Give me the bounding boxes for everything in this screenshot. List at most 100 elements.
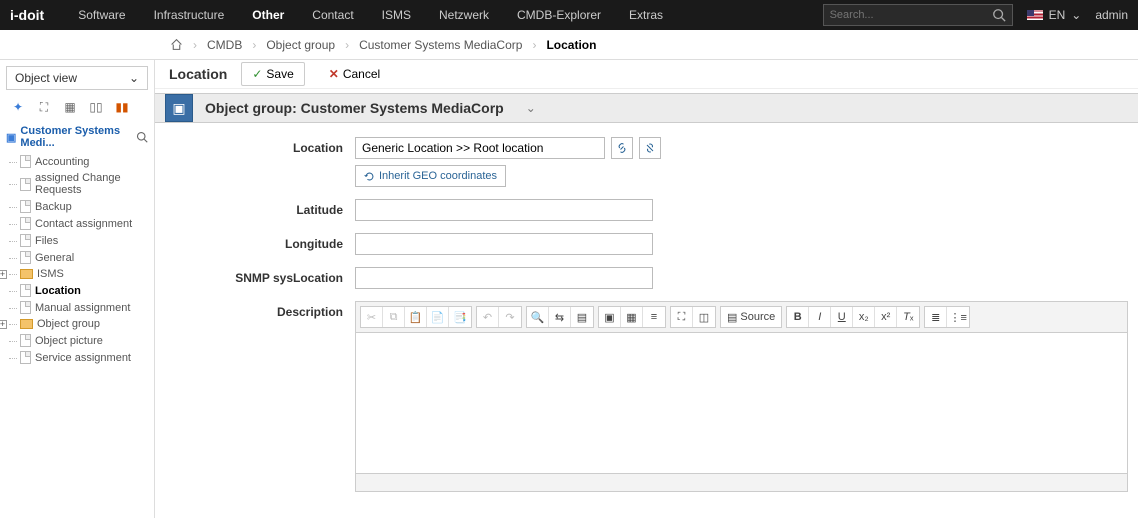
numbered-list-icon[interactable]: ≣ [925, 307, 947, 327]
flag-icon [1027, 10, 1043, 20]
hr-icon[interactable]: ≡ [643, 307, 665, 327]
breadcrumb-bar: › CMDB › Object group › Customer Systems… [0, 30, 1138, 60]
maximize-icon[interactable]: ⛶ [671, 307, 693, 327]
detach-icon[interactable] [639, 137, 661, 159]
nav-contact[interactable]: Contact [298, 0, 367, 30]
italic-icon[interactable]: I [809, 307, 831, 327]
file-icon [20, 178, 31, 191]
category-tree: ▣ Customer Systems Medi... Accounting ass… [6, 125, 148, 366]
blocks-icon[interactable]: ◫ [693, 307, 715, 327]
cancel-button[interactable]: ✕Cancel [319, 62, 390, 86]
sidebar-item-backup[interactable]: Backup [6, 198, 148, 215]
expand-icon[interactable]: ⛶ [36, 100, 52, 115]
search-input[interactable] [830, 9, 992, 21]
sidebar-item-accounting[interactable]: Accounting [6, 153, 148, 170]
redo-icon: ↷ [499, 307, 521, 327]
replace-icon[interactable]: ⇆ [549, 307, 571, 327]
undo-icon: ↶ [477, 307, 499, 327]
sidebar-item-isms[interactable]: +ISMS [6, 266, 148, 282]
nav-isms[interactable]: ISMS [368, 0, 425, 30]
object-view-selector[interactable]: Object view ⌄ [6, 66, 148, 90]
sidebar-item-label: Object group [37, 318, 100, 330]
location-input[interactable] [355, 137, 605, 159]
source-button[interactable]: ▤ Source [721, 307, 781, 327]
sidebar-item-service-assignment[interactable]: Service assignment [6, 349, 148, 366]
bc-customer[interactable]: Customer Systems MediaCorp [359, 38, 522, 52]
language-label: EN [1049, 8, 1066, 22]
sidebar-item-object-picture[interactable]: Object picture [6, 332, 148, 349]
table-icon[interactable]: ▦ [621, 307, 643, 327]
breadcrumb: › CMDB › Object group › Customer Systems… [170, 38, 596, 52]
nav-other[interactable]: Other [238, 0, 298, 30]
search-icon[interactable] [992, 8, 1006, 22]
description-textarea[interactable] [356, 333, 1127, 473]
sidebar-item-manual-assignment[interactable]: Manual assignment [6, 299, 148, 316]
sidebar-item-contact-assignment[interactable]: Contact assignment [6, 215, 148, 232]
sidebar-item-assigned-change-requests[interactable]: assigned Change Requests [6, 170, 148, 198]
tree-search-icon[interactable] [136, 131, 148, 143]
nav-netzwerk[interactable]: Netzwerk [425, 0, 503, 30]
snmp-input[interactable] [355, 267, 653, 289]
save-button[interactable]: ✓Save [241, 62, 304, 86]
book-icon[interactable]: ▯▯ [88, 100, 104, 115]
bc-object-group[interactable]: Object group [266, 38, 335, 52]
chart-icon[interactable]: ▮▮ [114, 100, 130, 115]
nav-software[interactable]: Software [64, 0, 139, 30]
find-icon[interactable]: 🔍 [527, 307, 549, 327]
location-form: Location I [155, 123, 1138, 518]
tool-icon-1[interactable]: ✦ [10, 100, 26, 115]
expander-icon[interactable]: + [0, 320, 7, 329]
underline-icon[interactable]: U [831, 307, 853, 327]
sidebar-item-label: Contact assignment [35, 218, 132, 230]
bullet-list-icon[interactable]: ⋮≡ [947, 307, 969, 327]
page-titlebar: Location ✓Save ✕Cancel [155, 60, 1138, 89]
file-icon [20, 351, 31, 364]
paste-text-icon[interactable]: 📄 [427, 307, 449, 327]
link-icon[interactable] [611, 137, 633, 159]
nav-extras[interactable]: Extras [615, 0, 677, 30]
calendar-icon[interactable]: ▦ [62, 100, 78, 115]
removeformat-icon[interactable]: Tₓ [897, 307, 919, 327]
chevron-down-icon[interactable]: ⌄ [526, 101, 536, 115]
sidebar-item-label: assigned Change Requests [35, 172, 148, 196]
paste-icon[interactable]: 📋 [405, 307, 427, 327]
image-icon[interactable]: ▣ [599, 307, 621, 327]
sidebar-item-general[interactable]: General [6, 249, 148, 266]
sidebar-item-object-group[interactable]: +Object group [6, 316, 148, 332]
refresh-icon [364, 171, 375, 182]
inherit-geo-button[interactable]: Inherit GEO coordinates [355, 165, 506, 187]
object-view-label: Object view [15, 71, 77, 85]
chevron-down-icon: ⌄ [1071, 8, 1081, 22]
sidebar-item-label: Object picture [35, 335, 103, 347]
subscript-icon[interactable]: x₂ [853, 307, 875, 327]
sidebar-toolbar: ✦ ⛶ ▦ ▯▯ ▮▮ [6, 100, 148, 115]
superscript-icon[interactable]: x² [875, 307, 897, 327]
longitude-input[interactable] [355, 233, 653, 255]
nav-infrastructure[interactable]: Infrastructure [140, 0, 239, 30]
object-icon: ▣ [6, 131, 16, 144]
expander-icon[interactable]: + [0, 270, 7, 279]
paste-word-icon[interactable]: 📑 [449, 307, 471, 327]
bc-location[interactable]: Location [546, 38, 596, 52]
file-icon [20, 234, 31, 247]
object-group-title: Object group: Customer Systems MediaCorp [205, 100, 504, 116]
language-selector[interactable]: EN ⌄ [1027, 8, 1082, 22]
sidebar-item-label: Backup [35, 201, 72, 213]
global-search[interactable] [823, 4, 1013, 26]
tree-root[interactable]: ▣ Customer Systems Medi... [6, 125, 148, 149]
app-logo: i-doit [10, 7, 44, 23]
file-icon [20, 284, 31, 297]
nav-cmdb-explorer[interactable]: CMDB-Explorer [503, 0, 615, 30]
breadcrumb-sep: › [193, 38, 197, 52]
bold-icon[interactable]: B [787, 307, 809, 327]
bc-cmdb[interactable]: CMDB [207, 38, 242, 52]
description-editor: ✂ ⧉ 📋 📄 📑 ↶ ↷ 🔍 [355, 301, 1128, 492]
sidebar-item-files[interactable]: Files [6, 232, 148, 249]
username-label[interactable]: admin [1095, 8, 1128, 22]
editor-toolbar: ✂ ⧉ 📋 📄 📑 ↶ ↷ 🔍 [356, 302, 1127, 333]
selectall-icon[interactable]: ▤ [571, 307, 593, 327]
home-icon[interactable] [170, 38, 183, 51]
sidebar-item-location[interactable]: Location [6, 282, 148, 299]
sidebar-item-label: Location [35, 285, 81, 297]
latitude-input[interactable] [355, 199, 653, 221]
